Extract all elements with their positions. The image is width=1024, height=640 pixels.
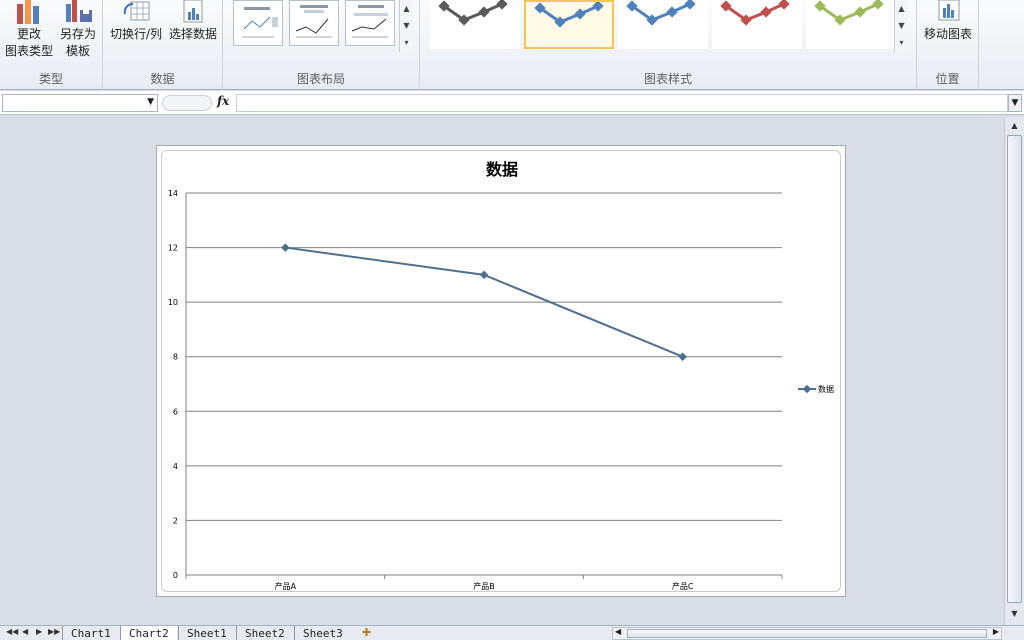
scroll-up-icon[interactable]: ▲ <box>1007 119 1022 133</box>
formula-input[interactable] <box>236 94 1008 112</box>
sheet-tab-chart2[interactable]: Chart2 <box>120 626 177 640</box>
style-preview-icon <box>814 0 884 26</box>
expand-formula-bar-icon[interactable]: ▼ <box>1008 94 1022 112</box>
bar-chart-icon <box>17 0 39 24</box>
chart-style-option-3[interactable] <box>618 0 708 49</box>
ribbon: 更改 图表类型 另存为 模板 类型 切换行/列 选择数据 数据 ▲ ▼ ▾ 图表… <box>0 0 1024 90</box>
style-preview-icon <box>720 0 790 26</box>
gallery-up-icon[interactable]: ▲ <box>400 0 413 17</box>
last-sheet-icon[interactable]: ▶▶ <box>48 627 60 636</box>
gallery-more-icon[interactable]: ▾ <box>895 34 908 51</box>
save-as-template-button[interactable]: 另存为 模板 <box>56 0 100 60</box>
group-label-data: 数据 <box>150 72 175 86</box>
data-point <box>678 352 687 361</box>
change-chart-type-button[interactable]: 更改 图表类型 <box>4 0 54 60</box>
group-type: 更改 图表类型 另存为 模板 类型 <box>0 0 103 90</box>
chart-layout-option-1[interactable] <box>233 0 283 46</box>
y-tick-label: 12 <box>168 244 178 253</box>
change-type-label-1: 更改 <box>16 27 41 41</box>
y-tick-label: 14 <box>168 189 178 198</box>
vertical-scroll-thumb[interactable] <box>1007 135 1022 603</box>
prev-sheet-icon[interactable]: ◀ <box>22 627 28 636</box>
chart-layout-option-2[interactable] <box>289 0 339 46</box>
chart-style-option-2[interactable] <box>524 0 614 49</box>
legend-label: 数据 <box>818 384 834 394</box>
y-tick-label: 8 <box>173 353 178 362</box>
group-label-styles: 图表样式 <box>643 72 692 86</box>
horizontal-scroll-thumb[interactable] <box>627 629 987 638</box>
line-chart: 数据 0 2 4 6 8 10 12 14 产品A 产品B 产品C 数据 <box>168 160 834 591</box>
vertical-scrollbar[interactable]: ▲ ▼ <box>1004 117 1024 625</box>
y-tick-label: 0 <box>173 571 178 580</box>
chevron-down-icon[interactable]: ▼ <box>147 97 154 107</box>
styles-gallery-scroll[interactable]: ▲ ▼ ▾ <box>894 0 908 52</box>
sheet-tab-chart1[interactable]: Chart1 <box>62 626 119 640</box>
gallery-more-icon[interactable]: ▾ <box>400 34 413 51</box>
chart-style-option-5[interactable] <box>806 0 896 49</box>
switch-row-column-button[interactable]: 切换行/列 <box>107 0 165 43</box>
data-point <box>281 243 290 252</box>
select-data-button[interactable]: 选择数据 <box>167 0 219 43</box>
style-preview-icon <box>626 0 696 26</box>
data-point <box>479 270 489 280</box>
move-chart-label: 移动图表 <box>923 27 972 41</box>
save-template-icon <box>66 0 92 22</box>
gallery-down-icon[interactable]: ▼ <box>400 17 413 34</box>
y-tick-label: 4 <box>173 462 178 471</box>
layout-thumbnail-icon <box>295 5 332 38</box>
style-preview-icon <box>534 0 604 28</box>
scroll-down-icon[interactable]: ▼ <box>1007 607 1022 621</box>
layout-thumbnail-icon <box>351 5 388 38</box>
x-tick-label: 产品C <box>672 581 694 591</box>
first-sheet-icon[interactable]: ◀◀ <box>6 627 18 636</box>
group-label-layout: 图表布局 <box>296 72 345 86</box>
layout-gallery-scroll[interactable]: ▲ ▼ ▾ <box>399 0 413 52</box>
name-box[interactable]: ▼ <box>2 94 158 112</box>
formula-bar-resize-handle[interactable] <box>162 95 212 111</box>
sheet-tab-sheet3[interactable]: Sheet3 <box>294 626 351 640</box>
insert-function-icon[interactable]: fx <box>217 94 229 108</box>
y-tick-label: 10 <box>168 298 178 307</box>
scroll-right-icon[interactable]: ▶ <box>993 627 999 636</box>
group-chart-styles: ▲ ▼ ▾ 图表样式 <box>420 0 917 90</box>
change-type-label-2: 图表类型 <box>4 44 53 58</box>
chart-layout-option-3[interactable] <box>345 0 395 46</box>
formula-bar: ▼ fx ▼ <box>0 91 1024 115</box>
gallery-down-icon[interactable]: ▼ <box>895 17 908 34</box>
next-sheet-icon[interactable]: ▶ <box>36 627 42 636</box>
legend-marker <box>802 384 812 394</box>
chart-style-option-1[interactable] <box>430 0 520 49</box>
sheet-tab-sheet2[interactable]: Sheet2 <box>236 626 293 640</box>
y-tick-label: 2 <box>173 516 178 525</box>
style-preview-icon <box>438 0 508 26</box>
layout-thumbnail-icon <box>242 7 278 38</box>
insert-sheet-icon[interactable]: ✚ <box>362 626 371 639</box>
group-chart-layout: ▲ ▼ ▾ 图表布局 <box>223 0 420 90</box>
switch-row-column-label: 切换行/列 <box>109 27 163 41</box>
chart-title: 数据 <box>486 160 518 179</box>
select-data-label: 选择数据 <box>168 27 217 41</box>
select-data-icon <box>183 0 203 23</box>
save-template-label-1: 另存为 <box>59 27 96 41</box>
x-tick-label: 产品A <box>275 581 297 591</box>
gallery-up-icon[interactable]: ▲ <box>895 0 908 17</box>
switch-row-column-icon <box>123 1 150 21</box>
group-location: 移动图表 位置 <box>917 0 979 90</box>
chart-style-option-4[interactable] <box>712 0 802 49</box>
sheet-tab-bar: ◀◀ ◀ ▶ ▶▶ Chart1 Chart2 Sheet1 Sheet2 Sheet3… <box>0 625 1024 640</box>
group-label-type: 类型 <box>38 72 63 86</box>
x-tick-label: 产品B <box>473 581 495 591</box>
scroll-left-icon[interactable]: ◀ <box>615 627 621 636</box>
horizontal-scrollbar[interactable]: ◀ ▶ <box>612 627 1002 640</box>
move-chart-button[interactable]: 移动图表 <box>919 0 977 43</box>
group-data: 切换行/列 选择数据 数据 <box>103 0 223 90</box>
group-label-location: 位置 <box>935 72 960 86</box>
plot-container: 数据 0 2 4 6 8 10 12 14 产品A 产品B 产品C 数据 <box>161 150 841 592</box>
save-template-label-2: 模板 <box>65 44 90 58</box>
sheet-tab-sheet1[interactable]: Sheet1 <box>178 626 235 640</box>
chart-area[interactable]: 数据 0 2 4 6 8 10 12 14 产品A 产品B 产品C 数据 <box>156 145 846 597</box>
y-tick-label: 6 <box>173 407 178 416</box>
move-chart-icon <box>938 0 960 21</box>
